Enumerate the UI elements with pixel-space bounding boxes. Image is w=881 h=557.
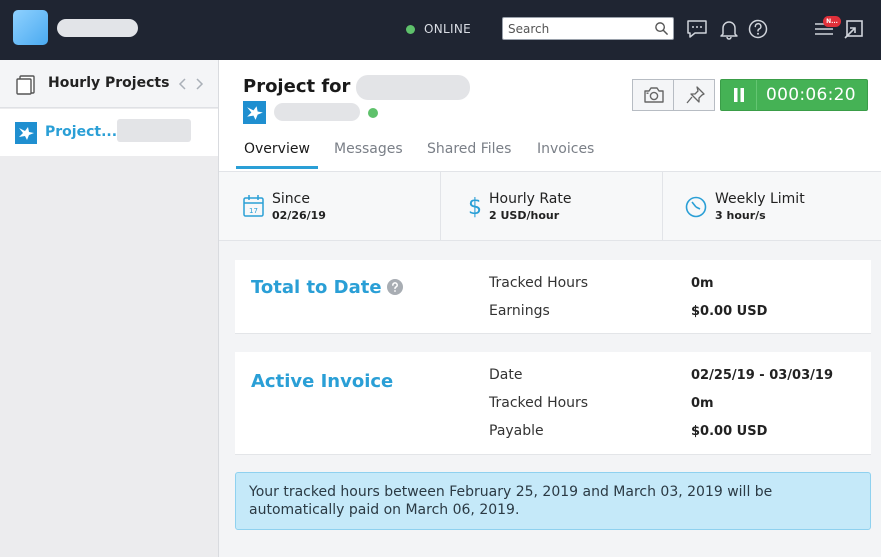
redacted-client-handle bbox=[274, 103, 360, 121]
timer-display: 000:06:20 bbox=[766, 85, 856, 105]
camera-icon bbox=[644, 87, 664, 103]
screenshot-button[interactable] bbox=[632, 79, 674, 111]
svg-text:$: $ bbox=[468, 195, 482, 219]
tab-shared-files[interactable]: Shared Files bbox=[427, 141, 511, 157]
client-bird-icon bbox=[243, 101, 266, 124]
calendar-icon: 17 bbox=[243, 195, 264, 217]
tracked-hours-value: 0m bbox=[691, 276, 714, 291]
clock-icon bbox=[685, 196, 707, 218]
redacted-client-name bbox=[356, 75, 470, 100]
sidebar: Hourly Projects Project... bbox=[0, 60, 219, 557]
chevron-left-icon[interactable] bbox=[177, 77, 189, 91]
page-title: Project for bbox=[243, 76, 351, 97]
info-weekly-limit: Weekly Limit 3 hour/s bbox=[663, 172, 881, 241]
pause-icon bbox=[733, 88, 744, 102]
pin-icon bbox=[686, 86, 705, 104]
active-invoice-card: Active Invoice Date 02/25/19 - 03/03/19 … bbox=[235, 352, 871, 455]
invoice-date-value: 02/25/19 - 03/03/19 bbox=[691, 368, 833, 383]
pin-button[interactable] bbox=[673, 79, 715, 111]
info-since: 17 Since 02/26/19 bbox=[219, 172, 440, 241]
active-tab-indicator bbox=[236, 166, 318, 169]
tab-overview[interactable]: Overview bbox=[244, 141, 310, 157]
redacted-project-name bbox=[117, 119, 191, 142]
search-icon[interactable] bbox=[654, 21, 669, 36]
dollar-icon: $ bbox=[468, 195, 482, 219]
active-invoice-heading: Active Invoice bbox=[251, 371, 394, 392]
online-status-label: ONLINE bbox=[424, 22, 472, 36]
payable-label: Payable bbox=[489, 423, 544, 439]
online-status-dot bbox=[406, 24, 415, 34]
tab-messages[interactable]: Messages bbox=[334, 141, 403, 157]
info-hourly-rate: $ Hourly Rate 2 USD/hour bbox=[441, 172, 662, 241]
sidebar-item-label: Project... bbox=[45, 124, 118, 140]
total-to-date-heading: Total to Date bbox=[251, 277, 382, 298]
redacted-username bbox=[57, 19, 138, 37]
weekly-limit-label: Weekly Limit bbox=[715, 191, 805, 207]
project-header: Project for 000:06:20 Overview Messages … bbox=[219, 60, 881, 172]
search-input[interactable] bbox=[503, 18, 643, 40]
chevron-right-icon[interactable] bbox=[193, 77, 205, 91]
timer-button[interactable]: 000:06:20 bbox=[720, 79, 868, 111]
invoice-tracked-hours-value: 0m bbox=[691, 396, 714, 411]
sidebar-header: Hourly Projects bbox=[0, 60, 218, 108]
help-icon[interactable] bbox=[747, 18, 769, 40]
online-status[interactable]: ONLINE bbox=[406, 20, 471, 38]
notification-badge: N... bbox=[823, 16, 841, 27]
search-box[interactable] bbox=[502, 17, 674, 40]
auto-payment-notice: Your tracked hours between February 25, … bbox=[235, 472, 871, 530]
hourly-rate-label: Hourly Rate bbox=[489, 191, 572, 207]
total-to-date-card: Total to Date Tracked Hours 0m Earnings … bbox=[235, 260, 871, 334]
messages-icon[interactable] bbox=[686, 18, 708, 40]
earnings-label: Earnings bbox=[489, 303, 550, 319]
client-online-dot bbox=[368, 108, 378, 118]
project-bird-icon bbox=[15, 122, 37, 144]
invoice-tracked-hours-label: Tracked Hours bbox=[489, 395, 589, 411]
projects-folder-icon bbox=[16, 75, 35, 95]
bell-icon[interactable] bbox=[718, 18, 740, 40]
calendar-day: 17 bbox=[249, 207, 258, 215]
sidebar-title: Hourly Projects bbox=[48, 75, 170, 91]
popout-icon[interactable] bbox=[843, 18, 865, 40]
earnings-value: $0.00 USD bbox=[691, 304, 768, 319]
top-bar: ONLINE N... bbox=[0, 0, 881, 60]
question-icon[interactable] bbox=[387, 279, 403, 295]
tab-invoices[interactable]: Invoices bbox=[537, 141, 594, 157]
sidebar-item-project[interactable]: Project... bbox=[0, 109, 218, 156]
payable-value: $0.00 USD bbox=[691, 424, 768, 439]
contract-info: 17 Since 02/26/19 $ Hourly Rate 2 USD/ho… bbox=[219, 172, 881, 241]
invoice-date-label: Date bbox=[489, 367, 523, 383]
app-logo[interactable] bbox=[13, 10, 48, 45]
pause-button[interactable] bbox=[721, 80, 757, 110]
tracked-hours-label: Tracked Hours bbox=[489, 275, 589, 291]
weekly-limit-value: 3 hour/s bbox=[715, 209, 766, 222]
since-value: 02/26/19 bbox=[272, 209, 326, 222]
since-label: Since bbox=[272, 191, 310, 207]
hourly-rate-value: 2 USD/hour bbox=[489, 209, 560, 222]
